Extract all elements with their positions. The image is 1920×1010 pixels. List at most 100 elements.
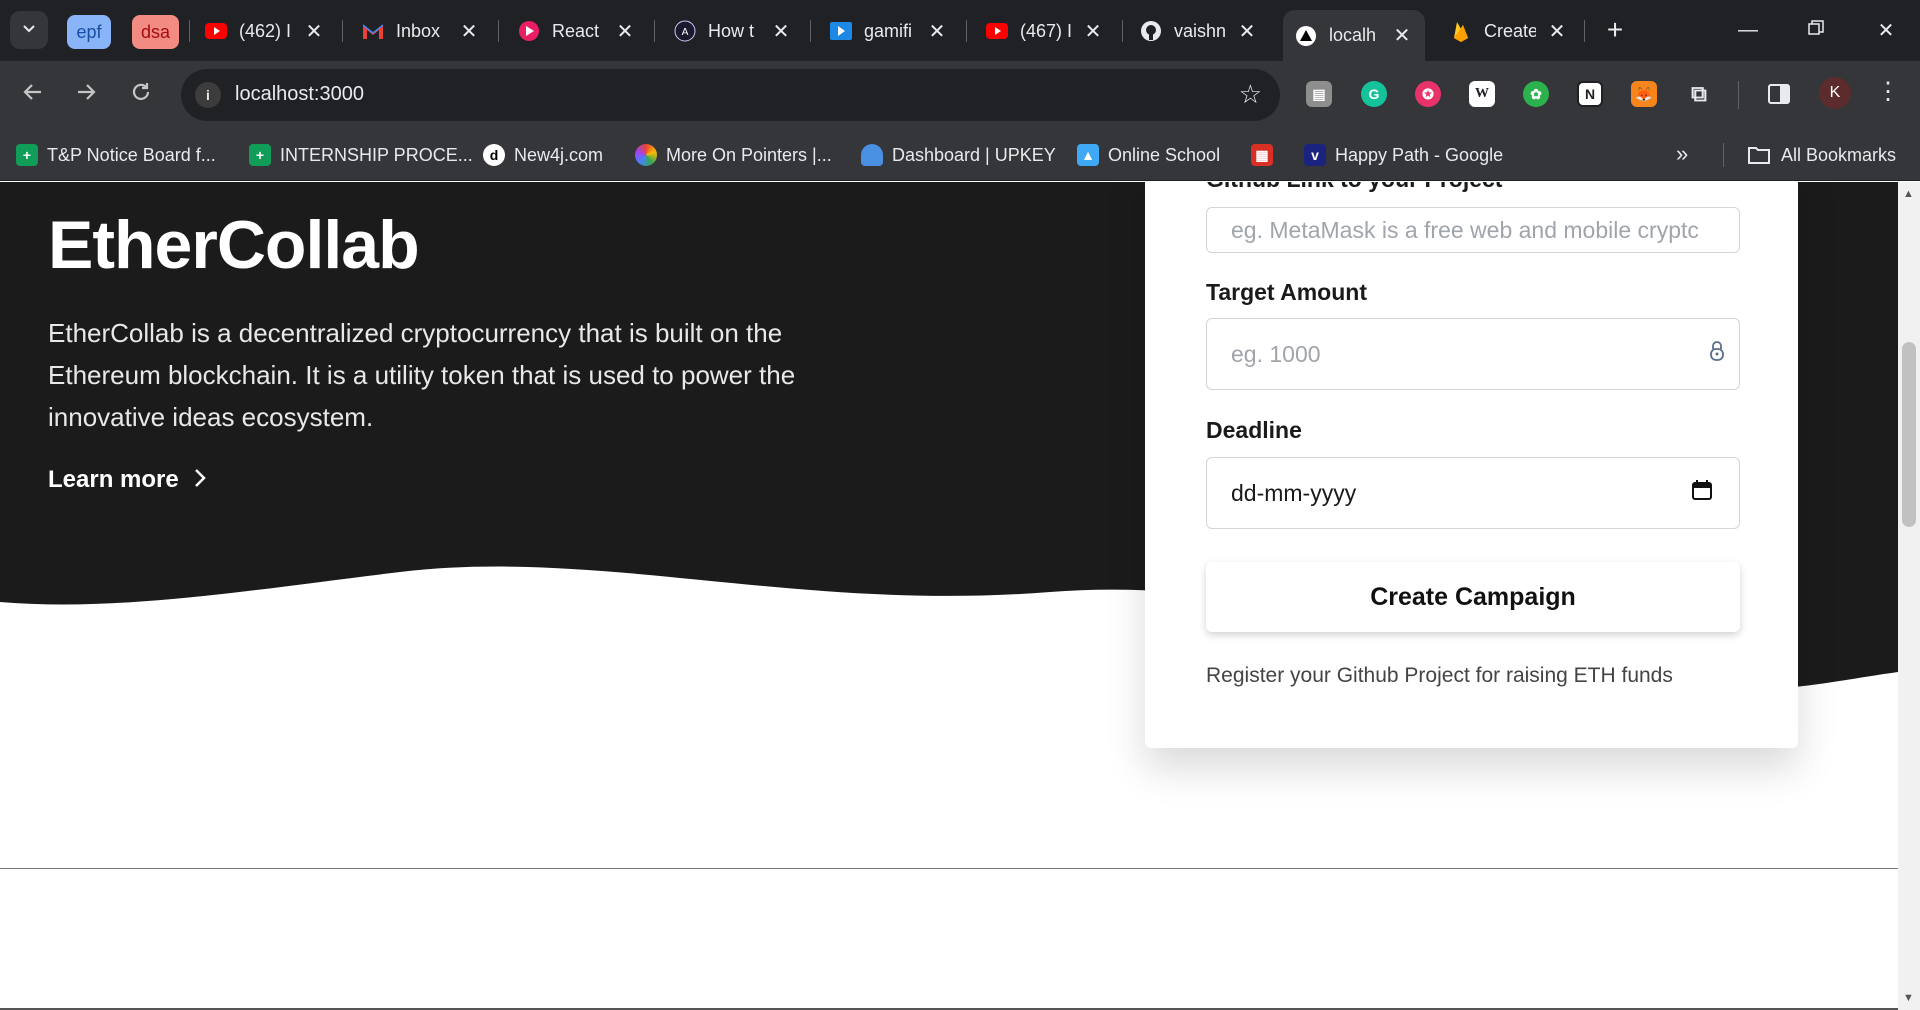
- scroll-down-arrow-icon[interactable]: ▼: [1903, 992, 1914, 1004]
- menu-kebab-icon[interactable]: ⋮: [1876, 77, 1900, 106]
- tab-firebase-create[interactable]: Create ✕: [1450, 10, 1568, 52]
- tab-react[interactable]: React ✕: [518, 10, 636, 52]
- page-scrollbar[interactable]: ▲ ▼: [1898, 182, 1920, 1010]
- bookmark-star-icon[interactable]: ☆: [1239, 79, 1262, 110]
- all-bookmarks-button[interactable]: All Bookmarks: [1747, 142, 1896, 168]
- scroll-up-arrow-icon[interactable]: ▲: [1903, 188, 1914, 200]
- evernote-icon[interactable]: ✿: [1523, 81, 1549, 107]
- create-campaign-button[interactable]: Create Campaign: [1206, 562, 1740, 632]
- bookmark-label: Dashboard | UPKEY: [892, 144, 1056, 165]
- scroll-thumb[interactable]: [1902, 342, 1916, 527]
- learn-more-label: Learn more: [48, 465, 179, 493]
- arrow-left-icon: [22, 81, 44, 110]
- bookmark-store[interactable]: ▦: [1251, 142, 1282, 168]
- folder-icon: [1747, 145, 1771, 165]
- chevron-double-right-icon[interactable]: »: [1676, 141, 1688, 167]
- tab-separator: [498, 20, 499, 42]
- notion-icon[interactable]: N: [1577, 81, 1603, 107]
- tab-search-button[interactable]: [10, 11, 48, 49]
- url-text[interactable]: localhost:3000: [235, 83, 364, 106]
- bookmark-tp-notice[interactable]: + T&P Notice Board f...: [16, 142, 216, 168]
- video-icon: [830, 20, 852, 42]
- hero-description: EtherCollab is a decentralized cryptocur…: [48, 318, 796, 432]
- tab-title: (462) I: [239, 20, 291, 41]
- metamask-icon[interactable]: 🦊: [1631, 81, 1657, 107]
- back-button[interactable]: [16, 78, 50, 112]
- github-link-input[interactable]: eg. MetaMask is a free web and mobile cr…: [1206, 207, 1740, 253]
- target-amount-placeholder: eg. 1000: [1231, 340, 1321, 367]
- close-icon[interactable]: ✕: [1236, 19, 1258, 44]
- bookmark-upkey[interactable]: Dashboard | UPKEY: [861, 142, 1056, 168]
- chevron-right-icon: [193, 464, 207, 495]
- tab-youtube-462[interactable]: (462) I ✕: [205, 10, 325, 52]
- close-icon[interactable]: ✕: [1546, 19, 1568, 44]
- new-tab-button[interactable]: +: [1600, 14, 1630, 46]
- brand-title: EtherCollab: [48, 207, 420, 283]
- sheets-icon: +: [16, 144, 38, 166]
- tab-gamifi[interactable]: gamifi ✕: [830, 10, 948, 52]
- target-amount-label: Target Amount: [1206, 279, 1367, 305]
- printer-extension-icon[interactable]: ▤: [1306, 81, 1332, 107]
- bookmark-internship[interactable]: + INTERNSHIP PROCE...: [249, 142, 473, 168]
- bookmarks-bar: + T&P Notice Board f... + INTERNSHIP PRO…: [0, 129, 1920, 181]
- close-icon[interactable]: ✕: [770, 19, 792, 44]
- tab-localhost-active[interactable]: localh ✕: [1283, 10, 1425, 61]
- firebase-icon: [1450, 20, 1472, 42]
- profile-avatar[interactable]: K: [1819, 77, 1851, 109]
- deadline-label: Deadline: [1206, 417, 1302, 443]
- tab-title: gamifi: [864, 20, 913, 41]
- target-amount-input[interactable]: eg. 1000: [1206, 318, 1740, 390]
- tab-group-dsa[interactable]: dsa: [132, 15, 179, 49]
- close-icon[interactable]: ✕: [1082, 19, 1104, 44]
- restore-icon: [1808, 19, 1824, 42]
- bookmark-label: Happy Path - Google: [1335, 144, 1504, 165]
- extension-pink-icon[interactable]: ✪: [1415, 81, 1441, 107]
- all-bookmarks-label: All Bookmarks: [1781, 144, 1897, 165]
- side-panel-icon[interactable]: [1766, 81, 1792, 107]
- close-window-button[interactable]: ✕: [1866, 12, 1906, 48]
- minimize-button[interactable]: —: [1728, 12, 1768, 48]
- close-icon[interactable]: ✕: [303, 19, 325, 44]
- learn-more-link[interactable]: Learn more: [48, 464, 207, 495]
- tab-separator: [810, 20, 811, 42]
- deadline-input[interactable]: dd-mm-yyyy: [1206, 457, 1740, 529]
- github-link-label: Github Link to your Project: [1206, 182, 1502, 193]
- tab-title: How t: [708, 20, 755, 41]
- close-icon[interactable]: ✕: [614, 19, 636, 44]
- close-icon[interactable]: ✕: [926, 19, 948, 44]
- bookmark-label: New4j.com: [514, 144, 604, 165]
- tab-title: vaishn: [1174, 20, 1226, 41]
- bookmark-happy-path[interactable]: v Happy Path - Google: [1304, 142, 1503, 168]
- wikipedia-extension-icon[interactable]: W: [1469, 81, 1495, 107]
- bookmark-pointers[interactable]: More On Pointers |...: [635, 142, 832, 168]
- tab-how-to[interactable]: A How t ✕: [674, 10, 792, 52]
- calendar-icon[interactable]: [1691, 479, 1713, 507]
- close-icon[interactable]: ✕: [1391, 23, 1413, 48]
- tab-github[interactable]: vaishn ✕: [1140, 10, 1258, 52]
- minimize-icon: —: [1738, 18, 1758, 41]
- bookmark-online-school[interactable]: ▲ Online School: [1077, 142, 1220, 168]
- tab-separator: [966, 20, 967, 42]
- tab-separator: [189, 20, 190, 42]
- site-info-icon[interactable]: i: [195, 82, 221, 108]
- youtube-icon: [205, 20, 227, 42]
- grammarly-icon[interactable]: G: [1361, 81, 1387, 107]
- forward-button[interactable]: [69, 78, 103, 112]
- bookmark-new4j[interactable]: d New4j.com: [483, 142, 603, 168]
- close-icon[interactable]: ✕: [458, 19, 480, 44]
- page-viewport: EtherCollab EtherCollab is a decentraliz…: [0, 182, 1898, 1010]
- tab-gmail-inbox[interactable]: Inbox ✕: [362, 10, 480, 52]
- tab-group-epf[interactable]: epf: [67, 15, 111, 49]
- browser-toolbar: i localhost:3000 ☆ ▤ G ✪ W ✿ N 🦊 ⧉ K ⋮: [0, 61, 1920, 129]
- reload-button[interactable]: [124, 78, 158, 112]
- extensions-puzzle-icon[interactable]: ⧉: [1686, 81, 1712, 107]
- bookmark-label: T&P Notice Board f...: [47, 144, 216, 165]
- github-icon: [1140, 20, 1162, 42]
- restore-button[interactable]: [1796, 12, 1836, 48]
- happy-path-icon: v: [1304, 144, 1326, 166]
- bookmark-label: INTERNSHIP PROCE...: [280, 144, 473, 165]
- tab-separator: [654, 20, 655, 42]
- chevron-down-icon: [21, 20, 37, 41]
- tab-youtube-467[interactable]: (467) I ✕: [986, 10, 1104, 52]
- address-bar[interactable]: i localhost:3000 ☆: [181, 69, 1280, 121]
